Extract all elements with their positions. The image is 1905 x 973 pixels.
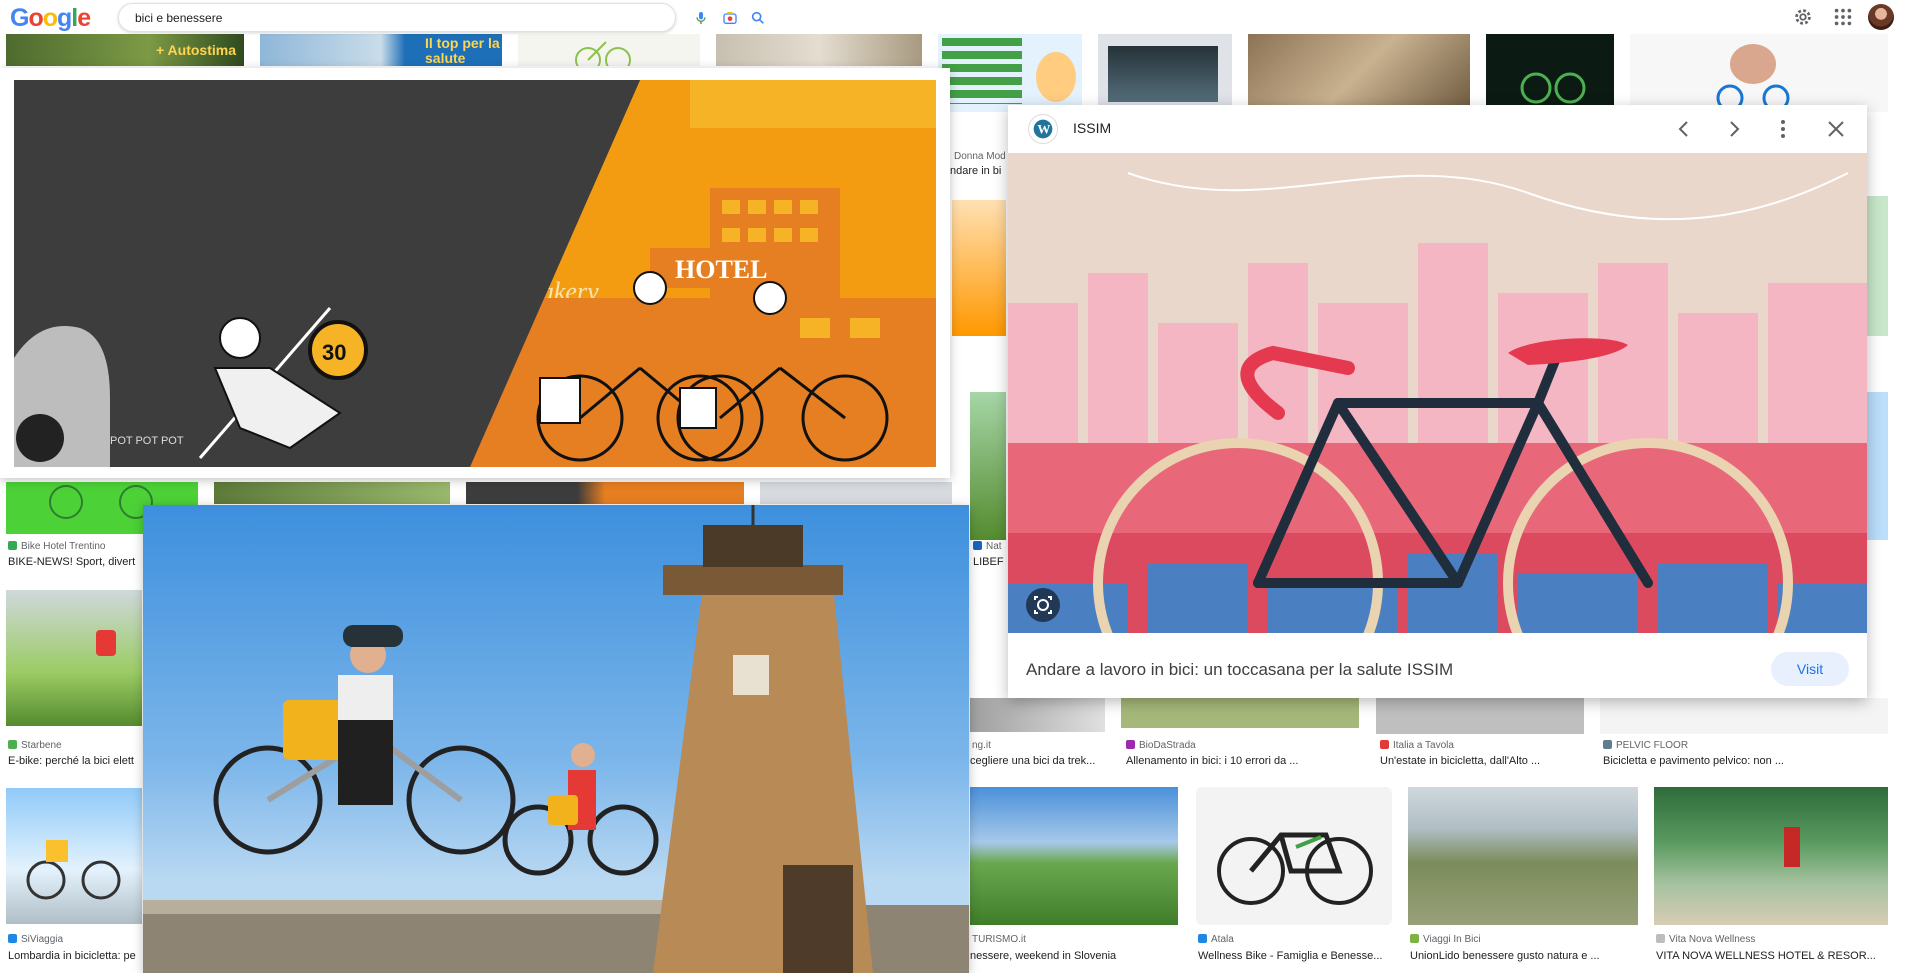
logo-letter: e — [77, 4, 91, 32]
result-thumb[interactable] — [1486, 34, 1614, 112]
bike-drawing — [575, 41, 631, 66]
result-thumb[interactable] — [760, 482, 952, 504]
search-box[interactable] — [118, 3, 764, 32]
result-title[interactable]: cegliere una bici da trek... — [970, 755, 1104, 767]
result-thumb[interactable] — [6, 788, 142, 924]
result-title[interactable]: E-bike: perché la bici elett — [8, 755, 142, 767]
result-thumb[interactable] — [716, 34, 922, 66]
visit-button[interactable]: Visit — [1771, 652, 1849, 686]
bike-drawing — [26, 840, 121, 900]
preview-title[interactable]: Andare a lavoro in bici: un toccasana pe… — [1026, 660, 1453, 680]
thumb-caption: Il top per la salute — [425, 35, 500, 66]
apps-icon[interactable] — [1832, 6, 1854, 28]
preview-image[interactable] — [1008, 153, 1867, 633]
chevron-left-icon[interactable] — [1672, 117, 1696, 141]
result-thumb[interactable] — [1600, 698, 1888, 734]
gear-icon[interactable] — [1792, 6, 1814, 28]
result-title[interactable]: ndare in bi — [950, 165, 1010, 177]
result-source[interactable]: Nat — [973, 541, 1008, 552]
result-thumb[interactable] — [1121, 698, 1359, 728]
result-thumb[interactable] — [466, 482, 744, 504]
result-thumb[interactable] — [970, 392, 1006, 540]
avatar[interactable] — [1868, 4, 1894, 30]
result-title[interactable]: Un'estate in bicicletta, dall'Alto ... — [1380, 755, 1580, 767]
preview-header: W ISSIM — [1008, 105, 1867, 153]
camera-icon[interactable] — [722, 10, 738, 26]
result-source[interactable]: BioDaStrada — [1126, 740, 1356, 751]
result-thumb[interactable] — [1376, 698, 1584, 734]
wordpress-icon: W — [1028, 114, 1058, 144]
result-thumb[interactable] — [518, 34, 700, 66]
pot-text: POT POT POT — [110, 435, 184, 447]
bicycle-city-illustration — [1008, 153, 1867, 633]
logo-letter: g — [57, 4, 72, 32]
result-thumb[interactable] — [1866, 392, 1888, 540]
result-thumb[interactable] — [952, 200, 1006, 336]
google-logo[interactable]: Google — [10, 4, 91, 33]
lighthouse-photo — [143, 505, 969, 973]
result-thumb[interactable] — [970, 787, 1178, 925]
result-thumb[interactable] — [1866, 196, 1888, 336]
hotel-sign: HOTEL — [675, 255, 767, 284]
lens-icon[interactable] — [1026, 588, 1060, 622]
search-icon[interactable] — [750, 10, 766, 26]
result-thumb[interactable] — [1408, 787, 1638, 925]
hover-preview-lighthouse[interactable] — [143, 505, 969, 973]
result-thumb[interactable] — [6, 590, 142, 726]
image-preview-panel: W ISSIM Andare a lavoro in bici: un tocc… — [1008, 105, 1867, 698]
result-thumb[interactable]: Il top per la salute — [260, 34, 502, 66]
result-source[interactable]: Starbene — [8, 740, 142, 751]
result-source[interactable]: Italia a Tavola — [1380, 740, 1580, 751]
result-source[interactable]: TURISMO.it — [972, 934, 1172, 945]
more-vert-icon[interactable] — [1771, 117, 1795, 141]
result-title[interactable]: LIBEF — [973, 556, 1008, 568]
logo-letter: o — [28, 4, 43, 32]
close-icon[interactable] — [1824, 117, 1848, 141]
result-source[interactable]: Donna Mod — [954, 151, 1014, 162]
preview-site-name[interactable]: ISSIM — [1073, 120, 1111, 136]
result-thumb[interactable] — [970, 698, 1105, 732]
result-title[interactable]: Allenamento in bici: i 10 errori da ... — [1126, 755, 1356, 767]
logo-letter: o — [42, 4, 58, 32]
search-input[interactable] — [135, 9, 565, 27]
mic-icon[interactable] — [693, 10, 709, 26]
google-images-results: Google + Autostima Il top per la salute … — [0, 0, 1905, 973]
result-source[interactable]: ng.it — [972, 740, 1112, 751]
result-title[interactable]: VITA NOVA WELLNESS HOTEL & RESOR... — [1656, 950, 1888, 962]
result-thumb[interactable] — [1654, 787, 1888, 925]
result-source[interactable]: PELVIC FLOOR — [1603, 740, 1883, 751]
result-source[interactable]: Viaggi In Bici — [1410, 934, 1640, 945]
header-bar: Google — [0, 0, 1905, 34]
result-thumb[interactable] — [1196, 787, 1392, 925]
result-source[interactable]: Vita Nova Wellness — [1656, 934, 1886, 945]
logo-letter: G — [10, 4, 29, 32]
bike-drawing — [1217, 832, 1373, 905]
result-title[interactable]: nessere, weekend in Slovenia — [970, 950, 1178, 962]
result-thumb[interactable] — [1098, 34, 1232, 112]
speed-sign: 30 — [322, 340, 346, 365]
result-title[interactable]: Lombardia in bicicletta: pe — [8, 950, 142, 962]
result-source[interactable]: SiViaggia — [8, 934, 142, 945]
chevron-right-icon[interactable] — [1722, 117, 1746, 141]
result-title[interactable]: UnionLido benessere gusto natura e ... — [1410, 950, 1640, 962]
result-title[interactable]: BIKE-NEWS! Sport, divert — [8, 556, 144, 568]
result-title[interactable]: Bicicletta e pavimento pelvico: non ... — [1603, 755, 1883, 767]
illustration-30-zone: HOTEL Bakery POT POT POT 30 — [14, 80, 936, 467]
result-thumb[interactable] — [938, 34, 1082, 112]
result-thumb[interactable] — [1248, 34, 1470, 112]
bike-drawing — [1520, 72, 1586, 104]
thumb-caption: + Autostima — [156, 42, 236, 58]
result-thumb[interactable] — [1630, 34, 1888, 112]
svg-text:W: W — [1037, 122, 1050, 137]
hover-preview-illustration[interactable]: HOTEL Bakery POT POT POT 30 — [0, 68, 950, 478]
result-thumb[interactable]: + Autostima — [6, 34, 244, 66]
result-source[interactable]: Atala — [1198, 934, 1388, 945]
result-title[interactable]: Wellness Bike - Famiglia e Benesse... — [1198, 950, 1394, 962]
result-thumb[interactable] — [214, 482, 450, 504]
